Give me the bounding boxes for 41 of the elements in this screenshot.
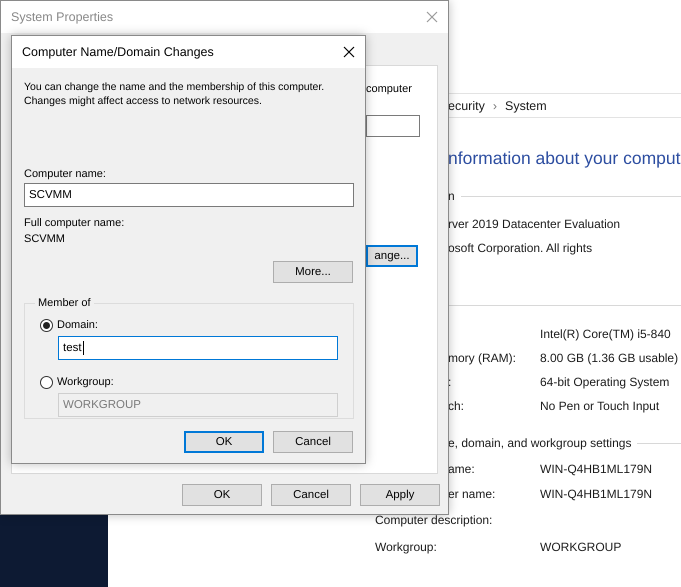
description-text: You can change the name and the membership of this computer. Changes might affect access to network resources.	[24, 80, 326, 108]
dialog-title: Computer Name/Domain Changes	[22, 45, 214, 59]
section-title: n	[448, 189, 455, 203]
full-name-value: SCVMM	[24, 233, 66, 245]
info-value: 64-bit Operating System	[540, 375, 670, 390]
info-value: WIN-Q4HB1ML179N	[540, 487, 654, 502]
info-value: No Pen or Touch Input	[540, 399, 660, 414]
computer-name-field[interactable]: SCVMM	[24, 183, 354, 207]
info-label: Computer description:	[375, 513, 494, 528]
info-label: ame:	[448, 462, 476, 477]
page-heading: nformation about your comput	[448, 148, 681, 169]
window-title: System Properties	[11, 10, 114, 24]
info-value: WORKGROUP	[540, 540, 622, 555]
breadcrumb-link[interactable]: System	[505, 98, 547, 112]
group-title: Member of	[37, 297, 92, 309]
info-label: :	[448, 375, 452, 390]
breadcrumb-separator: ›	[492, 98, 497, 112]
field-label: Full computer name:	[24, 217, 126, 229]
dialog-button[interactable]: Cancel	[273, 431, 353, 453]
radio-label[interactable]: Domain:	[57, 319, 98, 331]
dialog-button[interactable]: OK	[184, 431, 264, 453]
description-field[interactable]	[366, 115, 420, 137]
dialog-button[interactable]: Cancel	[271, 484, 351, 506]
more-button[interactable]: More...	[273, 261, 353, 283]
info-value: 8.00 GB (1.36 GB usable)	[540, 351, 680, 366]
dialog-button[interactable]: Apply	[360, 484, 440, 506]
description-text: computer	[366, 83, 413, 95]
dialog-button[interactable]: OK	[182, 484, 262, 506]
info-value: Intel(R) Core(TM) i5-840	[540, 327, 672, 342]
change-button[interactable]: ange...	[366, 245, 418, 267]
info-label: ch:	[448, 399, 466, 414]
breadcrumb-link[interactable]: ecurity	[448, 98, 485, 112]
edition-text: rver 2019 Datacenter Evaluation	[448, 217, 622, 231]
edition-text: osoft Corporation. All rights	[448, 241, 594, 255]
member-field[interactable]: test	[58, 336, 338, 360]
info-label: mory (RAM):	[448, 351, 517, 366]
radio-button[interactable]	[40, 318, 53, 332]
info-label: Workgroup:	[375, 540, 438, 555]
close-icon[interactable]	[343, 46, 355, 58]
info-value: WIN-Q4HB1ML179N	[540, 462, 654, 477]
field-label: Computer name:	[24, 168, 107, 180]
